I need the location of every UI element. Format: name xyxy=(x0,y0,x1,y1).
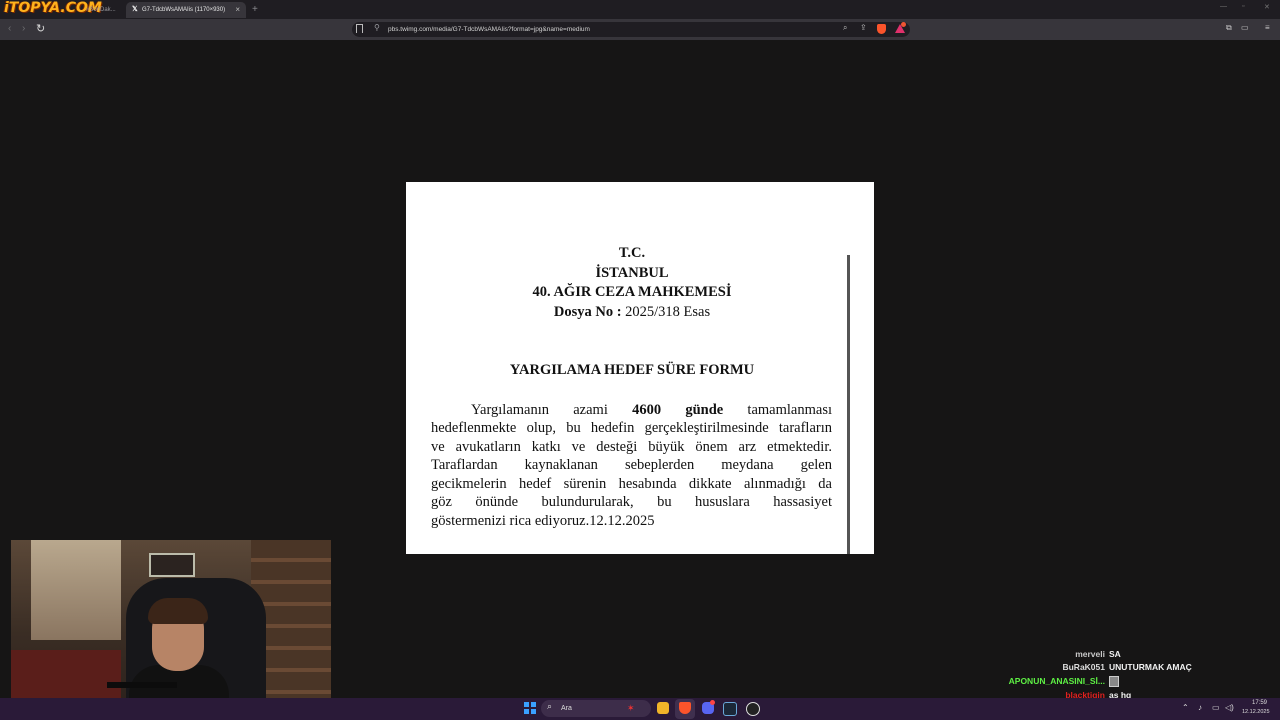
search-highlight-icon: ✶ xyxy=(627,703,635,713)
windows-start-icon[interactable] xyxy=(524,702,536,714)
body-text: Yargılamanın azami xyxy=(471,402,633,418)
browser-toolbar: ‹ › ↻ ⚲ pbs.twimg.com/media/G7-TdcbWsAMA… xyxy=(0,19,1280,40)
emote-icon xyxy=(1109,676,1119,688)
cam-window xyxy=(31,540,121,640)
volume-icon[interactable]: ◁) xyxy=(1225,703,1234,712)
body-text: tamamlanması xyxy=(723,402,832,418)
cam-person-hair xyxy=(148,598,208,624)
forward-icon[interactable]: › xyxy=(22,22,25,36)
tab-image[interactable]: 𝕏 G7-TdcbWsAMAIis (1170×930) × xyxy=(126,2,246,18)
bookmark-icon[interactable] xyxy=(356,24,363,33)
rewards-badge xyxy=(901,22,906,27)
share-icon[interactable]: ⇪ xyxy=(860,23,867,32)
file-number-label: Dosya No : xyxy=(553,304,622,320)
body-line-4: Taraflardan kaynaklanan sebeplerden meyd… xyxy=(431,457,832,473)
tray-chevron-icon[interactable]: ⌃ xyxy=(1182,703,1189,712)
document-image: T.C. İSTANBUL 40. AĞIR CEZA MAHKEMESİ Do… xyxy=(406,182,874,554)
chat-username: merveli xyxy=(1075,649,1105,659)
address-bar[interactable]: ⚲ pbs.twimg.com/media/G7-TdcbWsAMAIis?fo… xyxy=(352,22,910,37)
body-line-6: göz önünde bulundurularak, bu hususlara … xyxy=(431,494,832,510)
notification-badge xyxy=(710,700,715,705)
clock-date[interactable]: 12.12.2025 xyxy=(1242,709,1270,715)
header-file-number: Dosya No : 2025/318 Esas xyxy=(406,303,858,322)
close-window-icon[interactable]: ✕ xyxy=(1264,3,1270,11)
body-line-1: Yargılamanın azami 4600 günde tamamlanma… xyxy=(431,401,832,419)
clock-time[interactable]: 17:59 xyxy=(1252,700,1267,706)
document-title: YARGILAMA HEDEF SÜRE FORMU xyxy=(509,362,755,378)
x-logo-icon: 𝕏 xyxy=(132,6,138,13)
back-icon[interactable]: ‹ xyxy=(8,22,11,36)
document-scrollbar xyxy=(847,255,850,554)
search-label: Ara xyxy=(561,705,572,712)
chat-message: APONUN_ANASINI_Sİ... xyxy=(960,675,1280,688)
tab-bar: iTOPYA.COM #SonDak... 𝕏 G7-TdcbWsAMAIis … xyxy=(0,0,1280,19)
steam-icon[interactable] xyxy=(723,702,737,716)
header-city: İSTANBUL xyxy=(595,265,669,281)
new-tab-button[interactable]: + xyxy=(252,2,258,18)
taskbar-search[interactable]: ⌕ Ara ✶ xyxy=(541,700,651,717)
body-line-3: ve avukatların katkı ve desteği büyük ön… xyxy=(431,439,832,455)
cam-wall-picture xyxy=(149,553,195,577)
url-text[interactable]: pbs.twimg.com/media/G7-TdcbWsAMAIis?form… xyxy=(388,22,590,37)
brave-shield-icon[interactable] xyxy=(877,24,886,34)
reload-icon[interactable]: ↻ xyxy=(36,22,45,36)
body-line-2: hedeflenmekte olup, bu hedefin gerçekleş… xyxy=(431,420,832,436)
chat-message: BuRaK051 UNUTURMAK AMAÇ xyxy=(960,661,1280,674)
search-icon: ⌕ xyxy=(547,701,553,711)
target-duration: 4600 günde xyxy=(632,402,724,418)
sidebar-icon[interactable]: ▭ xyxy=(1241,23,1249,32)
tab-sondakika[interactable]: #SonDak... xyxy=(86,2,122,18)
chat-text: UNUTURMAK AMAÇ xyxy=(1109,662,1192,672)
minimize-icon[interactable]: — xyxy=(1220,3,1227,10)
body-line-5: gecikmelerin hedef sürenin hesabında dik… xyxy=(431,476,832,492)
obs-icon[interactable] xyxy=(746,702,760,716)
microphone-icon[interactable]: ♪ xyxy=(1198,703,1202,712)
brave-browser-icon[interactable] xyxy=(679,702,691,714)
network-icon[interactable]: ▭ xyxy=(1212,703,1220,712)
zoom-icon[interactable]: ⌕ xyxy=(843,23,847,33)
file-number-value: 2025/318 Esas xyxy=(621,304,711,320)
extensions-icon[interactable]: ⧉ xyxy=(1226,23,1232,33)
restore-icon[interactable]: ▫ xyxy=(1242,3,1244,10)
header-court: 40. AĞIR CEZA MAHKEMESİ xyxy=(532,284,732,300)
chat-username: BuRaK051 xyxy=(1062,662,1105,672)
chat-text: SA xyxy=(1109,649,1121,659)
taskbar: ⌕ Ara ✶ ⌃ ♪ ▭ ◁) xyxy=(0,698,1280,720)
header-tc: T.C. xyxy=(618,245,646,261)
body-line-7: göstermenizi rica ediyoruz.12.12.2025 xyxy=(431,513,655,529)
cam-microphone xyxy=(107,682,177,688)
chat-message: merveli SA xyxy=(960,648,1280,661)
menu-icon[interactable]: ≡ xyxy=(1265,23,1270,32)
file-explorer-icon[interactable] xyxy=(657,702,669,714)
chat-emote xyxy=(1109,675,1119,688)
chat-username: APONUN_ANASINI_Sİ... xyxy=(1008,676,1105,686)
tab-title: G7-TdcbWsAMAIis (1170×930) xyxy=(142,7,226,13)
close-tab-icon[interactable]: × xyxy=(235,2,240,18)
site-info-icon[interactable]: ⚲ xyxy=(374,23,380,32)
webcam-overlay xyxy=(11,540,331,710)
